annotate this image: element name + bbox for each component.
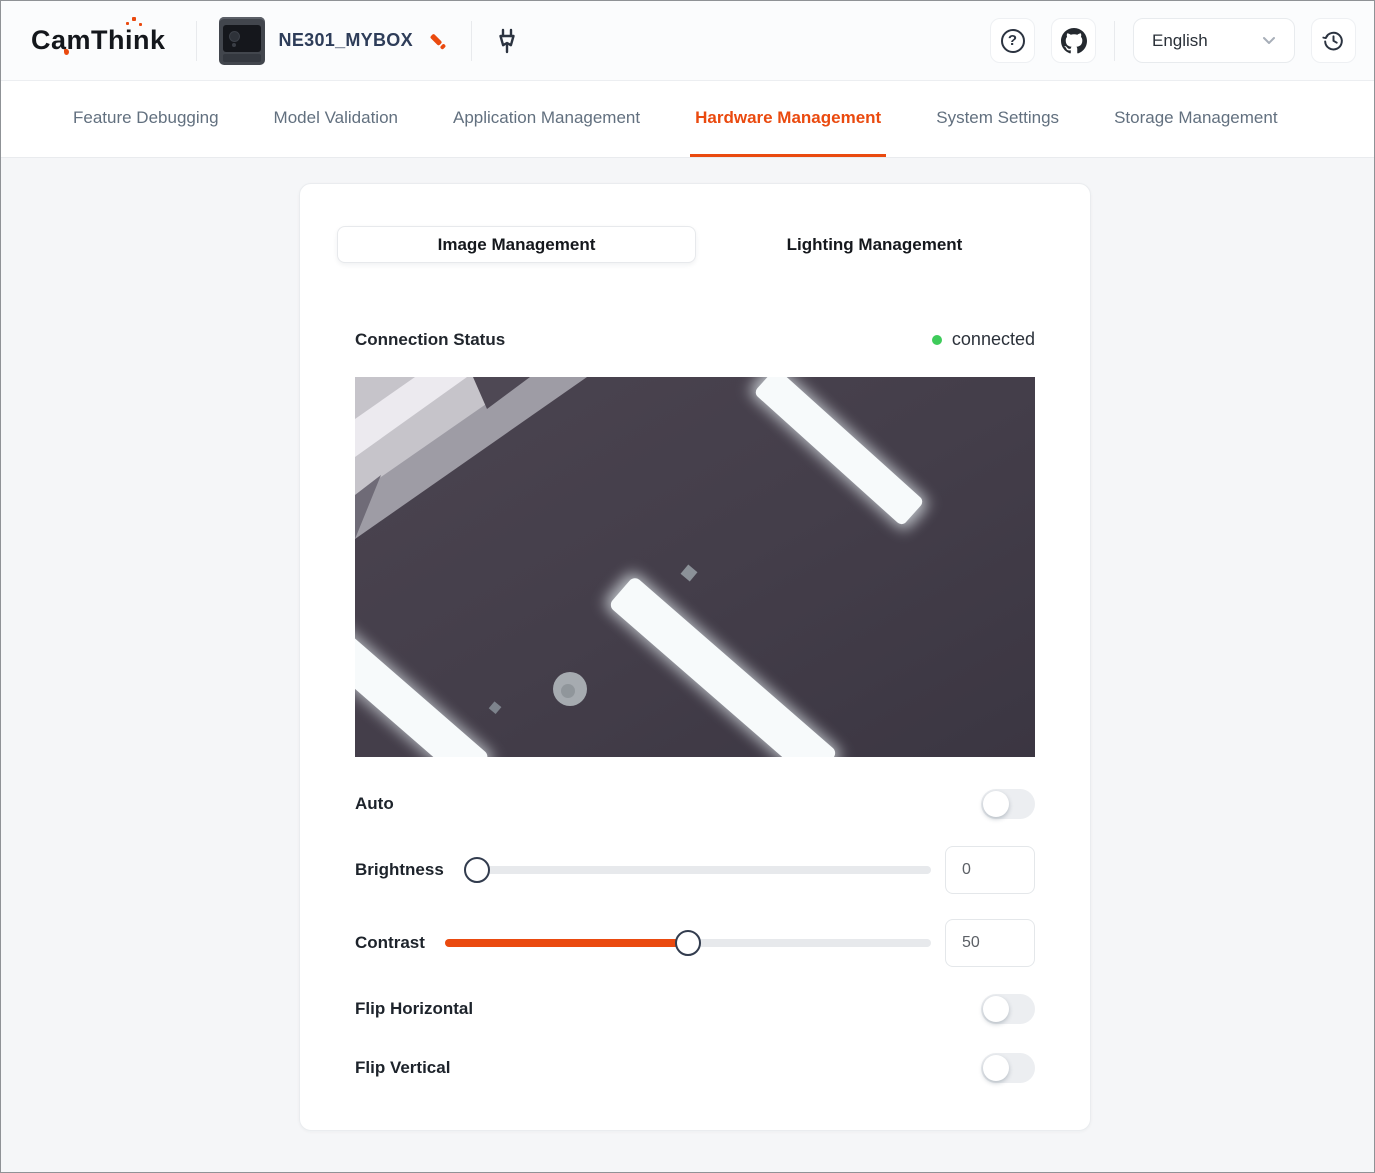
pencil-icon — [427, 30, 449, 52]
logo-text: CamThink — [31, 25, 166, 55]
app-header: CamThink NE301_MYBOX — [1, 1, 1374, 81]
header-divider — [1114, 21, 1115, 61]
history-button[interactable] — [1311, 18, 1356, 63]
contrast-value-input[interactable] — [945, 919, 1035, 967]
brightness-value-input[interactable] — [945, 846, 1035, 894]
toggle-knob — [983, 1055, 1009, 1081]
github-button[interactable] — [1051, 18, 1096, 63]
question-icon: ? — [1001, 29, 1025, 53]
brightness-slider-knob[interactable] — [464, 857, 490, 883]
status-dot-icon — [932, 335, 942, 345]
flip-vertical-label: Flip Vertical — [355, 1058, 450, 1078]
slider-fill — [445, 939, 688, 947]
brightness-row: Brightness — [355, 846, 1035, 894]
flip-vertical-toggle[interactable] — [981, 1053, 1035, 1083]
device-led — [232, 43, 236, 47]
nav-tab-hardware-management[interactable]: Hardware Management — [690, 81, 886, 157]
power-plug-icon — [494, 27, 520, 55]
help-button[interactable]: ? — [990, 18, 1035, 63]
device-name: NE301_MYBOX — [279, 30, 413, 51]
language-selected-value: English — [1152, 31, 1208, 51]
camera-preview-image — [355, 377, 1035, 757]
header-divider — [196, 21, 197, 61]
flip-horizontal-toggle[interactable] — [981, 994, 1035, 1024]
connection-status-value: connected — [932, 329, 1035, 350]
edit-device-name-button[interactable] — [427, 30, 449, 52]
nav-tab-system-settings[interactable]: System Settings — [931, 81, 1064, 157]
auto-label: Auto — [355, 794, 394, 814]
header-divider — [471, 21, 472, 61]
connection-status-text: connected — [952, 329, 1035, 350]
chevron-down-icon — [1262, 36, 1276, 45]
camthink-logo: CamThink — [31, 25, 174, 56]
contrast-slider-knob[interactable] — [675, 930, 701, 956]
logo-dot — [126, 22, 129, 25]
app-window: CamThink NE301_MYBOX — [0, 0, 1375, 1173]
connection-status-label: Connection Status — [355, 330, 505, 350]
tab-lighting-management[interactable]: Lighting Management — [696, 226, 1053, 263]
flip-vertical-row: Flip Vertical — [355, 1051, 1035, 1085]
contrast-row: Contrast — [355, 919, 1035, 967]
github-icon — [1061, 28, 1087, 54]
device-info: NE301_MYBOX — [219, 17, 449, 65]
brightness-label: Brightness — [355, 860, 444, 880]
contrast-label: Contrast — [355, 933, 425, 953]
logo-dot — [132, 17, 136, 21]
content-area: Image Management Lighting Management Con… — [1, 183, 1374, 1131]
auto-row: Auto — [355, 787, 1035, 821]
brightness-slider[interactable] — [464, 857, 931, 883]
device-base — [223, 54, 261, 62]
device-thumbnail — [219, 17, 265, 65]
main-nav: Feature Debugging Model Validation Appli… — [1, 81, 1374, 158]
history-clock-icon — [1321, 28, 1346, 53]
language-select[interactable]: English — [1133, 18, 1295, 63]
flip-horizontal-row: Flip Horizontal — [355, 992, 1035, 1026]
connection-status-row: Connection Status connected — [355, 329, 1035, 350]
toggle-knob — [983, 996, 1009, 1022]
logo-dot — [139, 23, 142, 26]
slider-track — [464, 866, 931, 874]
nav-tab-model-validation[interactable]: Model Validation — [269, 81, 403, 157]
nav-tab-application-management[interactable]: Application Management — [448, 81, 645, 157]
device-front-face — [223, 25, 261, 52]
logo-dot — [64, 49, 69, 55]
flip-horizontal-label: Flip Horizontal — [355, 999, 473, 1019]
auto-toggle[interactable] — [981, 789, 1035, 819]
hardware-panel-card: Image Management Lighting Management Con… — [299, 183, 1091, 1131]
contrast-slider[interactable] — [445, 930, 931, 956]
panel-tab-bar: Image Management Lighting Management — [337, 226, 1053, 263]
nav-tab-storage-management[interactable]: Storage Management — [1109, 81, 1283, 157]
nav-tab-feature-debugging[interactable]: Feature Debugging — [68, 81, 224, 157]
device-lens — [229, 31, 240, 42]
tab-image-management[interactable]: Image Management — [337, 226, 696, 263]
power-plug-button[interactable] — [494, 27, 520, 55]
toggle-knob — [983, 791, 1009, 817]
